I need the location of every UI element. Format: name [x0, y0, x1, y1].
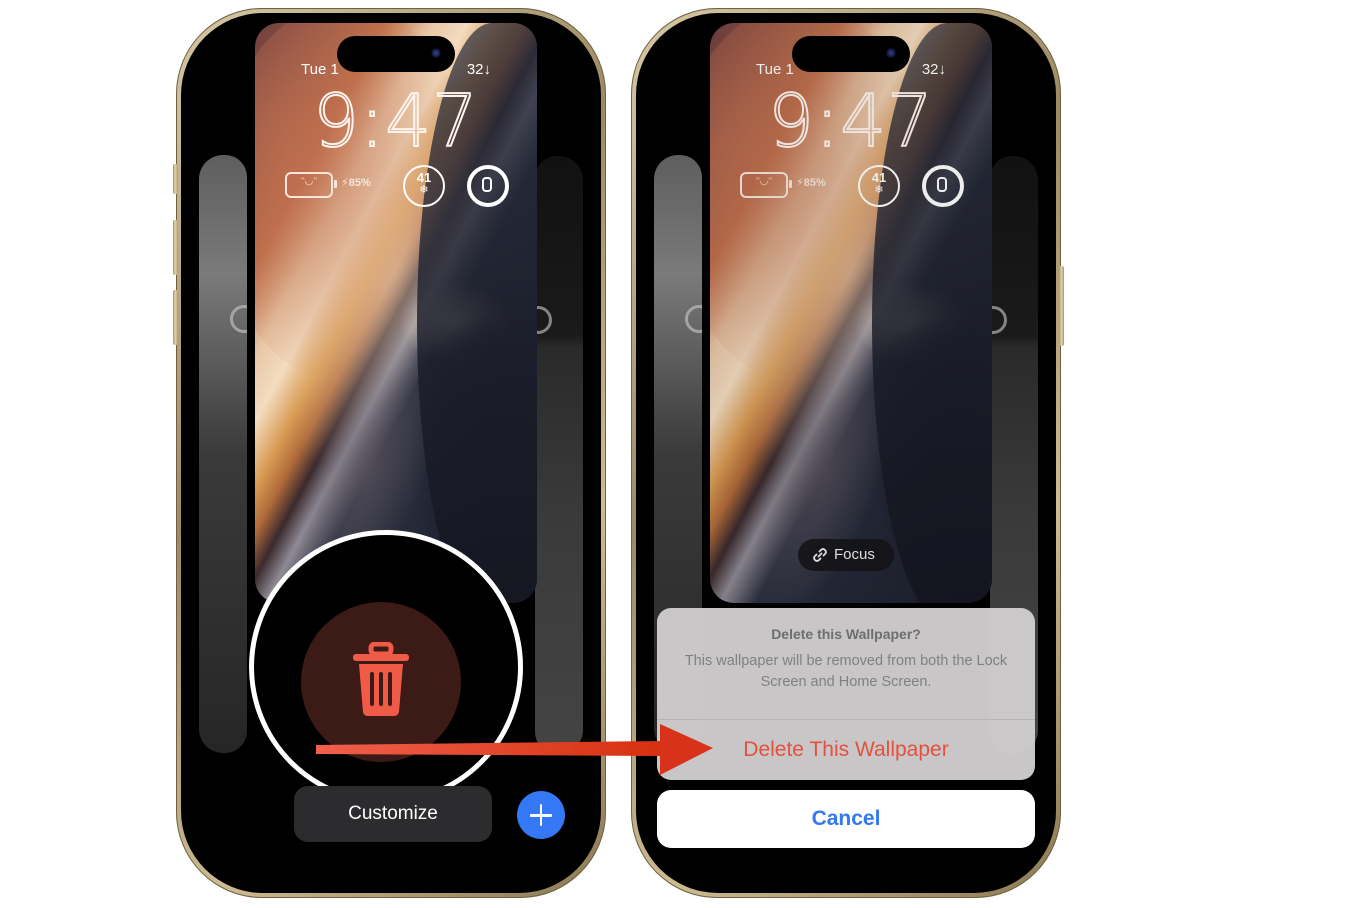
action-button: [173, 164, 178, 194]
customize-button[interactable]: Customize: [294, 786, 492, 842]
temperature-widget: 41 ❄: [403, 165, 445, 207]
lock-screen-preview[interactable]: Tue 1 32↓ 9:47 ᵔ◡ᵔ ⚡85% 41 ❄ Focus: [710, 23, 992, 603]
temperature-value: 41: [871, 170, 887, 185]
widget-row: ᵔ◡ᵔ ⚡85% 41 ❄: [285, 165, 515, 209]
date-label: Tue 1: [301, 61, 339, 78]
ring-widget-icon: [230, 305, 247, 333]
next-wallpaper-card[interactable]: [535, 156, 583, 754]
temperature-value: 41: [416, 170, 432, 185]
link-icon: [813, 548, 827, 562]
weather-status: 32↓: [466, 61, 491, 78]
ring-widget-icon: [990, 306, 1007, 334]
camera-icon: [886, 48, 896, 58]
volume-down-button: [173, 290, 178, 345]
watch-icon: [937, 177, 947, 192]
cancel-button[interactable]: Cancel: [657, 790, 1035, 848]
previous-wallpaper-card[interactable]: [199, 155, 247, 753]
action-sheet-title: Delete this Wallpaper?: [771, 626, 921, 642]
ring-widget-icon: [685, 305, 702, 333]
side-button: [1059, 266, 1064, 346]
ring-widget-icon: [535, 306, 552, 334]
highlight-circle: [249, 530, 523, 804]
delete-wallpaper-button[interactable]: [301, 602, 461, 762]
camera-icon: [431, 48, 441, 58]
temperature-widget: 41 ❄: [858, 165, 900, 207]
snowflake-icon: ❄: [419, 184, 429, 196]
battery-percent: ⚡85%: [796, 177, 826, 189]
phone-right: Tue 1 32↓ 9:47 ᵔ◡ᵔ ⚡85% 41 ❄ Focus Delet…: [631, 8, 1064, 898]
battery-widget-icon: ᵔ◡ᵔ: [740, 172, 792, 198]
battery-faces: ᵔ◡ᵔ: [300, 176, 318, 187]
dynamic-island: [792, 36, 910, 72]
battery-faces: ᵔ◡ᵔ: [755, 176, 773, 187]
focus-button[interactable]: Focus: [798, 539, 894, 571]
add-wallpaper-button[interactable]: [517, 791, 565, 839]
action-sheet: Delete this Wallpaper? This wallpaper wi…: [657, 608, 1035, 780]
trash-icon: [353, 642, 409, 716]
clock: 9:47: [710, 78, 992, 164]
lock-screen-preview[interactable]: Tue 1 32↓ 9:47 ᵔ◡ᵔ ⚡85% 41 ❄: [255, 23, 537, 603]
dynamic-island: [337, 36, 455, 72]
clock-time: 9:47: [767, 78, 934, 164]
weather-status: 32↓: [921, 61, 946, 78]
battery-widget-icon: ᵔ◡ᵔ: [285, 172, 337, 198]
phone-left: Tue 1 32↓ 9:47 ᵔ◡ᵔ ⚡85% 41 ❄ Customize: [173, 8, 606, 898]
clock-time: 9:47: [312, 78, 479, 164]
focus-label: Focus: [834, 546, 875, 563]
date-label: Tue 1: [756, 61, 794, 78]
watch-battery-widget: [467, 165, 509, 207]
clock: 9:47: [255, 78, 537, 164]
delete-this-wallpaper-button[interactable]: Delete This Wallpaper: [657, 720, 1035, 780]
widget-row: ᵔ◡ᵔ ⚡85% 41 ❄: [740, 165, 970, 209]
battery-percent: ⚡85%: [341, 177, 371, 189]
action-sheet-message: This wallpaper will be removed from both…: [684, 653, 1008, 690]
volume-up-button: [173, 220, 178, 275]
watch-icon: [482, 177, 492, 192]
watch-battery-widget: [922, 165, 964, 207]
snowflake-icon: ❄: [874, 184, 884, 196]
